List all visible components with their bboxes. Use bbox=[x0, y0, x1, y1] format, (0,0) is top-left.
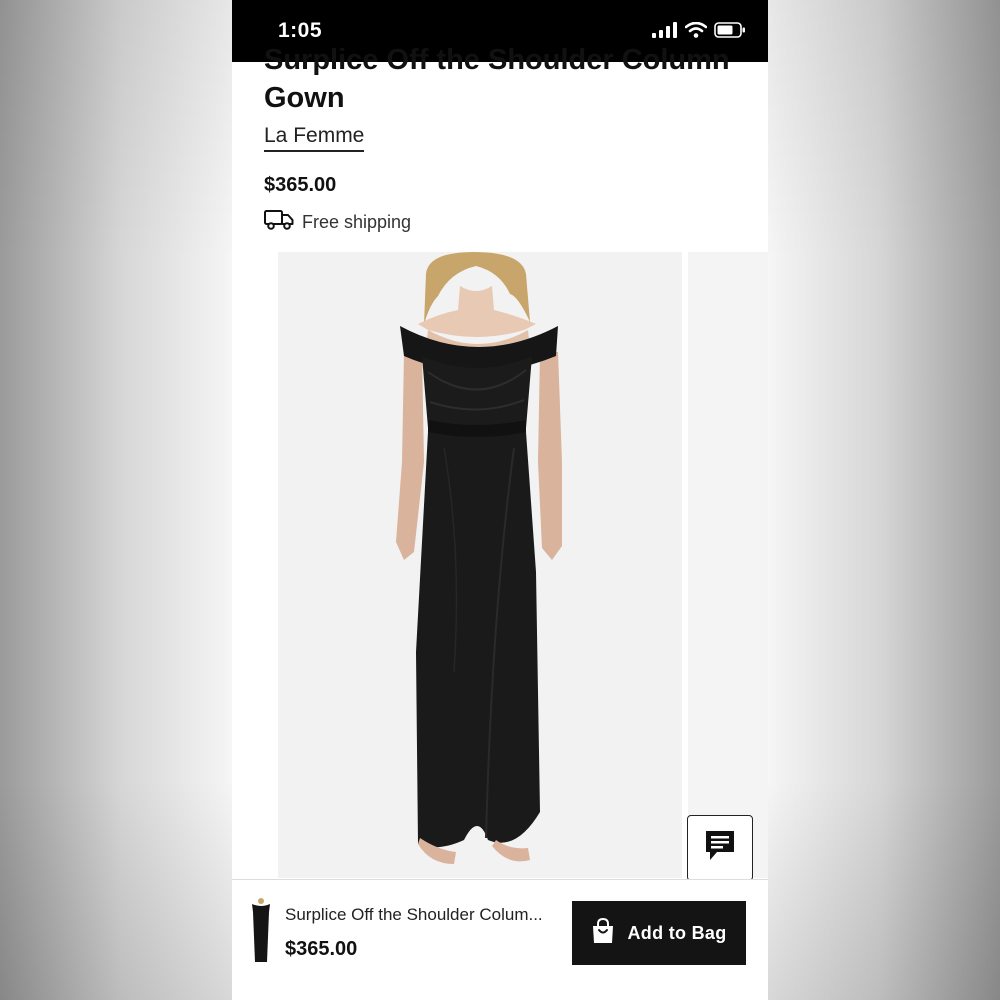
status-icons bbox=[652, 21, 746, 43]
bottom-product-name: Surplice Off the Shoulder Colum... bbox=[285, 905, 543, 924]
gown-illustration bbox=[396, 252, 562, 864]
product-title-line2: Gown bbox=[264, 82, 345, 114]
wifi-icon bbox=[684, 21, 708, 43]
truck-icon bbox=[264, 209, 294, 236]
shipping-info: Free shipping bbox=[264, 209, 411, 236]
status-time: 1:05 bbox=[278, 19, 323, 42]
product-header: Surplice Off the Shoulder Column Gown La… bbox=[232, 44, 768, 252]
product-thumbnail bbox=[250, 898, 272, 964]
product-title-line1: Surplice Off the Shoulder Column bbox=[264, 44, 730, 76]
add-to-bag-label: Add to Bag bbox=[627, 922, 727, 943]
product-photo[interactable] bbox=[278, 252, 682, 878]
battery-icon bbox=[714, 22, 746, 43]
bottom-product-price: $365.00 bbox=[285, 938, 358, 960]
next-photo-peek[interactable] bbox=[688, 252, 768, 878]
chat-button[interactable] bbox=[687, 815, 753, 881]
product-price: $365.00 bbox=[264, 174, 337, 196]
shipping-text: Free shipping bbox=[302, 212, 412, 232]
add-to-bag-button[interactable]: Add to Bag bbox=[572, 901, 746, 965]
chat-icon bbox=[705, 830, 735, 867]
brand-link[interactable]: La Femme bbox=[264, 124, 365, 152]
image-gallery[interactable] bbox=[232, 252, 768, 878]
shopping-bag-icon bbox=[592, 917, 614, 949]
signal-icon bbox=[652, 22, 678, 43]
phone-screen: 1:05 Surplice Off the Shoulder Column Go… bbox=[232, 0, 768, 1000]
sticky-purchase-bar: Surplice Off the Shoulder Colum... $365.… bbox=[232, 879, 768, 1000]
